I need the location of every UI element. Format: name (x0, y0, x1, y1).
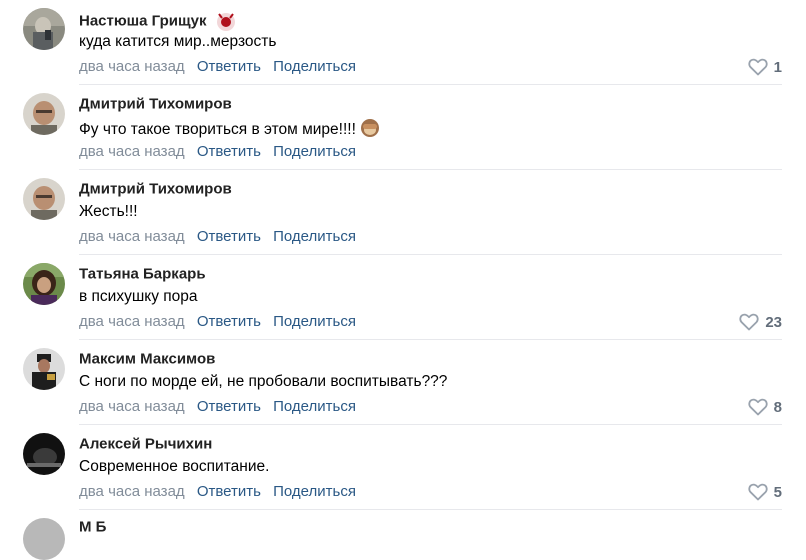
heart-icon (739, 313, 759, 331)
avatar[interactable] (23, 263, 65, 305)
heart-icon (748, 483, 768, 501)
comment-time[interactable]: два часа назад (79, 313, 185, 330)
comment-item: Максим Максимов С ноги по морде ей, не п… (0, 340, 806, 425)
author-name[interactable]: Настюша Грищук (79, 13, 207, 30)
author-name[interactable]: Дмитрий Тихомиров (79, 180, 232, 197)
comment-text: Фу что такое твориться в этом мире!!!! (79, 121, 356, 138)
like-count: 1 (773, 59, 782, 76)
like-button[interactable]: 1 (748, 58, 782, 76)
author-name[interactable]: М Б (79, 518, 106, 535)
comments-list: Настюша Грищук куда катится мир..мерзост… (0, 0, 806, 560)
avatar[interactable] (23, 8, 65, 50)
comment-item: М Б (0, 510, 806, 560)
avatar[interactable] (23, 348, 65, 390)
author-name[interactable]: Максим Максимов (79, 350, 215, 367)
share-button[interactable]: Поделиться (273, 483, 356, 500)
like-count: 8 (773, 399, 782, 416)
like-count: 5 (773, 484, 782, 501)
heart-icon (748, 58, 768, 76)
comment-item: Алексей Рычихин Современное воспитание. … (0, 425, 806, 510)
author-name[interactable]: Алексей Рычихин (79, 435, 212, 452)
share-button[interactable]: Поделиться (273, 58, 356, 75)
author-name[interactable]: Дмитрий Тихомиров (79, 95, 232, 112)
reply-button[interactable]: Ответить (197, 143, 261, 160)
heart-icon (748, 398, 768, 416)
avatar[interactable] (23, 433, 65, 475)
reply-button[interactable]: Ответить (197, 313, 261, 330)
author-name[interactable]: Татьяна Баркарь (79, 265, 206, 282)
comment-time[interactable]: два часа назад (79, 143, 185, 160)
like-count: 23 (765, 314, 782, 331)
reply-button[interactable]: Ответить (197, 398, 261, 415)
see-no-evil-monkey-icon (360, 118, 380, 138)
comment-item: Дмитрий Тихомиров Жесть!!! два часа наза… (0, 170, 806, 255)
avatar[interactable] (23, 178, 65, 220)
like-button[interactable]: 5 (748, 483, 782, 501)
comment-item: Дмитрий Тихомиров Фу что такое твориться… (0, 85, 806, 170)
comment-time[interactable]: два часа назад (79, 58, 185, 75)
comment-text: в психушку пора (79, 288, 198, 305)
avatar[interactable] (23, 518, 65, 560)
reply-button[interactable]: Ответить (197, 58, 261, 75)
sticker-icon (215, 10, 237, 32)
comment-time[interactable]: два часа назад (79, 398, 185, 415)
reply-button[interactable]: Ответить (197, 483, 261, 500)
like-button[interactable]: 8 (748, 398, 782, 416)
comment-item: Настюша Грищук куда катится мир..мерзост… (0, 0, 806, 85)
share-button[interactable]: Поделиться (273, 143, 356, 160)
comment-time[interactable]: два часа назад (79, 228, 185, 245)
share-button[interactable]: Поделиться (273, 398, 356, 415)
comment-item: Татьяна Баркарь в психушку пора два часа… (0, 255, 806, 340)
share-button[interactable]: Поделиться (273, 228, 356, 245)
like-button[interactable]: 23 (739, 313, 782, 331)
avatar[interactable] (23, 93, 65, 135)
comment-text: С ноги по морде ей, не пробовали воспиты… (79, 373, 448, 390)
comment-text: Жесть!!! (79, 203, 138, 220)
comment-time[interactable]: два часа назад (79, 483, 185, 500)
comment-text: Современное воспитание. (79, 458, 270, 475)
comment-text: куда катится мир..мерзость (79, 33, 277, 50)
share-button[interactable]: Поделиться (273, 313, 356, 330)
reply-button[interactable]: Ответить (197, 228, 261, 245)
